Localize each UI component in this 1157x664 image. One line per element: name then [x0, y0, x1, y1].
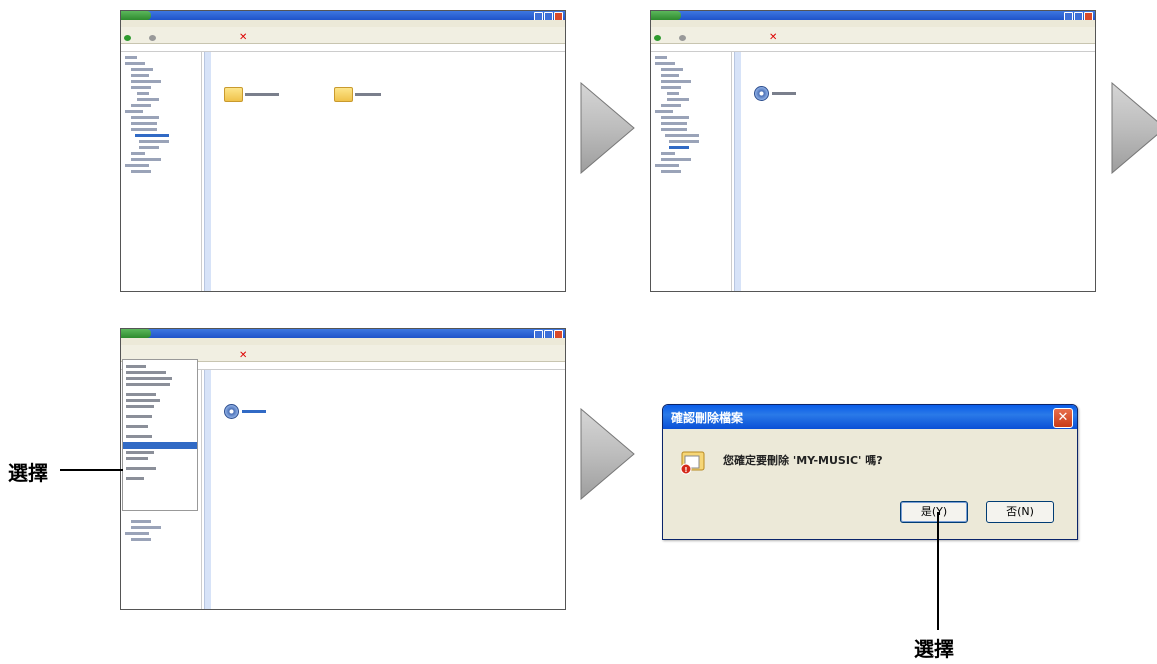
dialog-message: 您確定要刪除 'MY-MUSIC' 嗎? — [723, 454, 883, 467]
dialog-title: 確認刪除檔案 — [671, 411, 744, 425]
yes-button[interactable]: 是(Y) — [900, 501, 968, 523]
callout-label-select: 選擇 — [8, 461, 48, 485]
dialog-titlebar: 確認刪除檔案 ✕ — [663, 405, 1077, 429]
screenshot-panel-3: ✕ — [120, 328, 566, 610]
callout-line — [60, 469, 123, 471]
next-step-arrow — [1111, 82, 1157, 174]
folder-icon[interactable] — [224, 87, 243, 102]
explorer-toolbar: ✕ — [651, 33, 1095, 44]
next-step-arrow — [580, 408, 635, 500]
callout-label-select: 選擇 — [914, 637, 954, 661]
item-label — [242, 410, 266, 413]
music-folder-icon[interactable] — [224, 404, 239, 419]
folder-icon[interactable] — [334, 87, 353, 102]
next-step-arrow — [580, 82, 635, 174]
explorer-toolbar: ✕ — [121, 33, 565, 44]
context-menu[interactable] — [122, 359, 198, 511]
folder-label — [355, 93, 381, 96]
window-titlebar — [121, 11, 565, 21]
folder-label — [245, 93, 279, 96]
callout-line — [937, 512, 939, 630]
screenshot-panel-2: ✕ — [650, 10, 1096, 292]
folder-tree — [651, 52, 732, 291]
window-titlebar — [121, 329, 565, 339]
item-label — [772, 92, 796, 95]
menu-item-delete[interactable] — [123, 442, 197, 449]
no-button[interactable]: 否(N) — [986, 501, 1054, 523]
delete-folder-icon: ! — [680, 451, 705, 475]
screenshot-panel-1: ✕ — [120, 10, 566, 292]
close-icon[interactable]: ✕ — [1053, 408, 1073, 428]
folder-tree — [121, 52, 202, 291]
window-titlebar — [651, 11, 1095, 21]
confirm-delete-dialog: 確認刪除檔案 ✕ ! 您確定要刪除 'MY-MUSIC' 嗎? 是(Y) 否(N… — [662, 404, 1078, 540]
svg-text:!: ! — [684, 466, 687, 474]
music-folder-icon[interactable] — [754, 86, 769, 101]
